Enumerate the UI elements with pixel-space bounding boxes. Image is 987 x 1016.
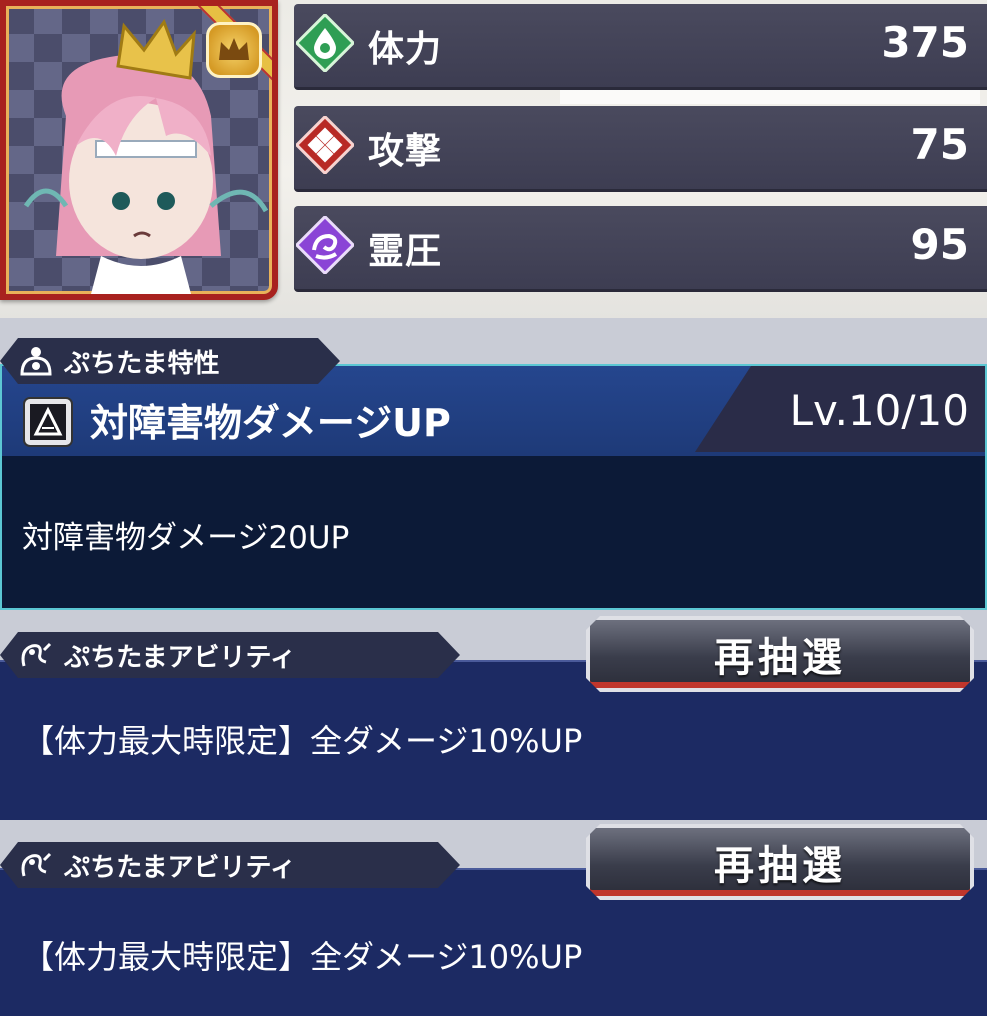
- stat-row-hp: 体力 375: [294, 4, 987, 90]
- puchitama-ability-icon: [16, 848, 56, 882]
- ability-section-label-2: ぷちたまアビリティ: [64, 852, 296, 883]
- trait-level-box: Lv.10/10: [695, 366, 985, 452]
- trait-description: 対障害物ダメージ20UP: [22, 520, 350, 556]
- reroll-button-2[interactable]: 再抽選: [586, 824, 974, 900]
- ability-section-tab-1: ぷちたまアビリティ: [0, 632, 460, 678]
- puchitama-ability-icon: [16, 638, 56, 672]
- attack-diamond-icon: [296, 116, 354, 174]
- trait-section-label: ぷちたま特性: [64, 348, 220, 379]
- crown-rank-icon: [206, 22, 262, 78]
- obstacle-trait-icon: [23, 397, 73, 447]
- reroll-button-label: 再抽選: [714, 843, 846, 889]
- trait-panel: 対障害物ダメージUP Lv.10/10 対障害物ダメージ20UP: [0, 364, 987, 610]
- stat-row-attack: 攻撃 75: [294, 106, 987, 192]
- trait-section-tab: ぷちたま特性: [0, 338, 340, 384]
- character-portrait[interactable]: [0, 0, 278, 300]
- ability-section-label-1: ぷちたまアビリティ: [64, 642, 296, 673]
- stat-label: 霊圧: [368, 231, 443, 272]
- stat-value: 375: [881, 18, 969, 67]
- ability-text-1: 【体力最大時限定】全ダメージ10%UP: [22, 722, 583, 760]
- stat-value: 75: [910, 120, 969, 169]
- trait-name: 対障害物ダメージUP: [90, 401, 451, 445]
- spirit-pressure-icon: [296, 216, 354, 274]
- ability-text-2: 【体力最大時限定】全ダメージ10%UP: [22, 938, 583, 976]
- hp-drop-icon: [296, 14, 354, 72]
- stat-value: 95: [910, 220, 969, 269]
- trait-level: Lv.10/10: [789, 386, 969, 435]
- stat-label: 攻撃: [368, 131, 443, 172]
- puchitama-trait-icon: [16, 344, 56, 378]
- reroll-button-label: 再抽選: [714, 635, 846, 681]
- stat-row-spirit-pressure: 霊圧 95: [294, 206, 987, 292]
- stat-label: 体力: [368, 29, 443, 70]
- ability-section-tab-2: ぷちたまアビリティ: [0, 842, 460, 888]
- reroll-button-1[interactable]: 再抽選: [586, 616, 974, 692]
